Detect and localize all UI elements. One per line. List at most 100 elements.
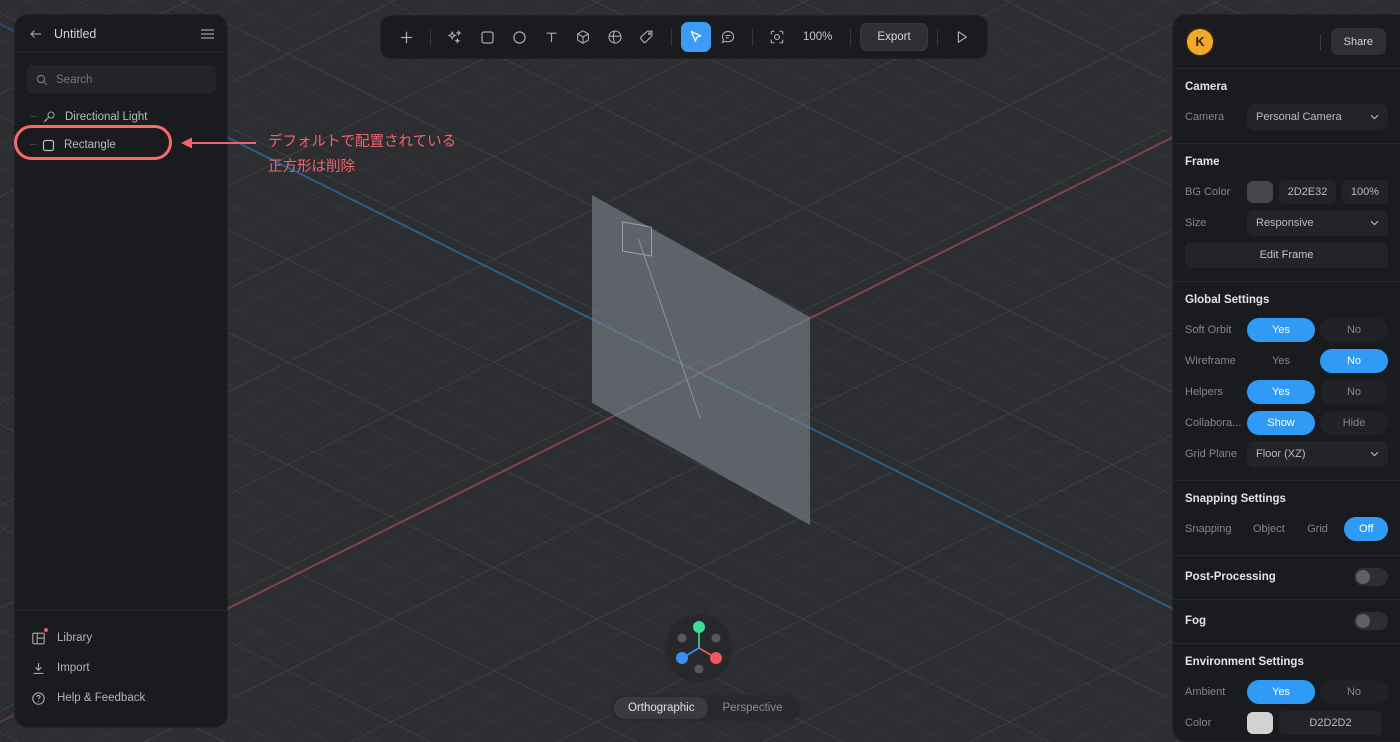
import-icon	[31, 661, 46, 676]
soft-orbit-yes[interactable]: Yes	[1247, 318, 1315, 342]
play-icon[interactable]	[947, 22, 977, 52]
wireframe-yes[interactable]: Yes	[1247, 349, 1315, 373]
view-mode-perspective[interactable]: Perspective	[708, 697, 796, 719]
directional-light-icon	[42, 110, 56, 124]
row-size: Size Responsive	[1185, 210, 1388, 236]
sidebar-item-import[interactable]: Import	[26, 653, 216, 683]
bg-color-hex[interactable]: 2D2E32	[1279, 180, 1336, 204]
row-collaborators: Collabora... Show Hide	[1185, 410, 1388, 436]
ambient-yes[interactable]: Yes	[1247, 680, 1315, 704]
export-button[interactable]: Export	[860, 23, 928, 51]
sidebar-item-library[interactable]: Library	[26, 623, 216, 653]
back-arrow-icon[interactable]	[29, 27, 43, 41]
camera-select[interactable]: Personal Camera	[1247, 104, 1388, 130]
helpers-segment: Yes No	[1247, 380, 1388, 404]
row-wireframe: Wireframe Yes No	[1185, 348, 1388, 374]
snapping-object[interactable]: Object	[1247, 517, 1291, 541]
right-panel-header: K Share	[1173, 15, 1400, 69]
edit-frame-button[interactable]: Edit Frame	[1185, 242, 1388, 268]
snapping-grid[interactable]: Grid	[1296, 517, 1340, 541]
bg-color-swatch[interactable]	[1247, 181, 1273, 203]
add-icon[interactable]	[391, 22, 421, 52]
square-icon[interactable]	[472, 22, 502, 52]
comment-icon[interactable]	[713, 22, 743, 52]
text-icon[interactable]	[536, 22, 566, 52]
fog-toggle[interactable]	[1354, 612, 1388, 630]
tree-item-directional-light[interactable]: Directional Light	[26, 103, 216, 131]
size-select[interactable]: Responsive	[1247, 210, 1388, 236]
view-mode-toggle[interactable]: Orthographic Perspective	[611, 695, 800, 721]
collaborators-segment: Show Hide	[1247, 411, 1388, 435]
tree-item-label: Rectangle	[64, 139, 116, 151]
hamburger-menu-icon[interactable]	[200, 28, 215, 40]
gizmo-dot-y	[693, 621, 705, 633]
section-title: Camera	[1185, 81, 1228, 93]
zoom-level[interactable]: 100%	[794, 31, 841, 43]
annotation-arrow	[180, 136, 258, 155]
grid-plane-value: Floor (XZ)	[1256, 448, 1306, 460]
tag-icon[interactable]	[632, 22, 662, 52]
tree-item-label: Directional Light	[65, 111, 148, 123]
gizmo-dot-z	[710, 652, 722, 664]
section-snapping-settings: Snapping Settings Snapping Object Grid O…	[1173, 481, 1400, 556]
section-post-processing: Post-Processing	[1173, 556, 1400, 600]
row-label: Size	[1185, 217, 1207, 229]
header-divider	[1319, 33, 1321, 50]
bg-color-opacity[interactable]: 100%	[1342, 180, 1388, 204]
toolbar-divider	[430, 28, 431, 46]
section-title: Post-Processing	[1185, 571, 1276, 583]
wireframe-segment: Yes No	[1247, 349, 1388, 373]
search-input[interactable]	[56, 73, 206, 86]
toolbar-divider	[936, 28, 938, 46]
section-global-settings: Global Settings Soft Orbit Yes No Wirefr…	[1173, 282, 1400, 481]
collaborators-show[interactable]: Show	[1247, 411, 1315, 435]
view-mode-orthographic[interactable]: Orthographic	[614, 697, 709, 719]
search-box[interactable]	[26, 65, 216, 94]
row-label: Soft Orbit	[1185, 324, 1232, 336]
share-button[interactable]: Share	[1330, 28, 1386, 55]
sidebar-item-help-feedback[interactable]: Help & Feedback	[26, 683, 216, 713]
row-label: Wireframe	[1185, 355, 1236, 367]
rectangle-icon	[42, 139, 55, 152]
circle-icon[interactable]	[504, 22, 534, 52]
section-fog: Fog	[1173, 600, 1400, 644]
snapping-off[interactable]: Off	[1344, 517, 1389, 541]
row-helpers: Helpers Yes No	[1185, 379, 1388, 405]
row-label: Snapping	[1185, 523, 1232, 535]
avatar[interactable]: K	[1185, 26, 1215, 57]
helpers-no[interactable]: No	[1320, 380, 1388, 404]
focus-frame-icon[interactable]	[762, 22, 792, 52]
post-processing-toggle[interactable]	[1354, 568, 1388, 586]
search-icon	[36, 74, 48, 86]
section-title: Global Settings	[1185, 294, 1270, 306]
row-label: Grid Plane	[1185, 448, 1237, 460]
soft-orbit-segment: Yes No	[1247, 318, 1388, 342]
cursor-icon[interactable]	[681, 22, 711, 52]
chevron-down-icon	[1370, 220, 1379, 226]
helpers-yes[interactable]: Yes	[1247, 380, 1315, 404]
sphere-icon[interactable]	[600, 22, 630, 52]
row-grid-plane: Grid Plane Floor (XZ)	[1185, 441, 1388, 467]
magic-wand-icon[interactable]	[440, 22, 470, 52]
library-icon	[31, 631, 46, 646]
project-title[interactable]: Untitled	[54, 27, 189, 41]
collaborators-hide[interactable]: Hide	[1320, 411, 1388, 435]
sidebar-item-label: Library	[57, 632, 93, 644]
toolbar-divider	[752, 28, 753, 46]
env-color-hex[interactable]: D2D2D2	[1279, 711, 1382, 735]
snapping-segment: Object Grid Off	[1247, 517, 1389, 541]
cube-icon[interactable]	[568, 22, 598, 52]
toolbar-divider	[671, 28, 672, 46]
ambient-no[interactable]: No	[1320, 680, 1388, 704]
axis-gizmo[interactable]	[665, 614, 733, 682]
section-title: Frame	[1185, 156, 1220, 168]
section-title: Fog	[1185, 615, 1207, 627]
row-label: Helpers	[1185, 386, 1223, 398]
section-frame: Frame BG Color 2D2E32 100% Size Responsi…	[1173, 144, 1400, 282]
env-color-swatch[interactable]	[1247, 712, 1273, 734]
wireframe-no[interactable]: No	[1320, 349, 1388, 373]
grid-plane-select[interactable]: Floor (XZ)	[1247, 441, 1388, 467]
annotation-text: デフォルトで配置されている 正方形は削除	[268, 134, 457, 175]
soft-orbit-no[interactable]: No	[1320, 318, 1388, 342]
help-circle-icon	[31, 691, 46, 706]
